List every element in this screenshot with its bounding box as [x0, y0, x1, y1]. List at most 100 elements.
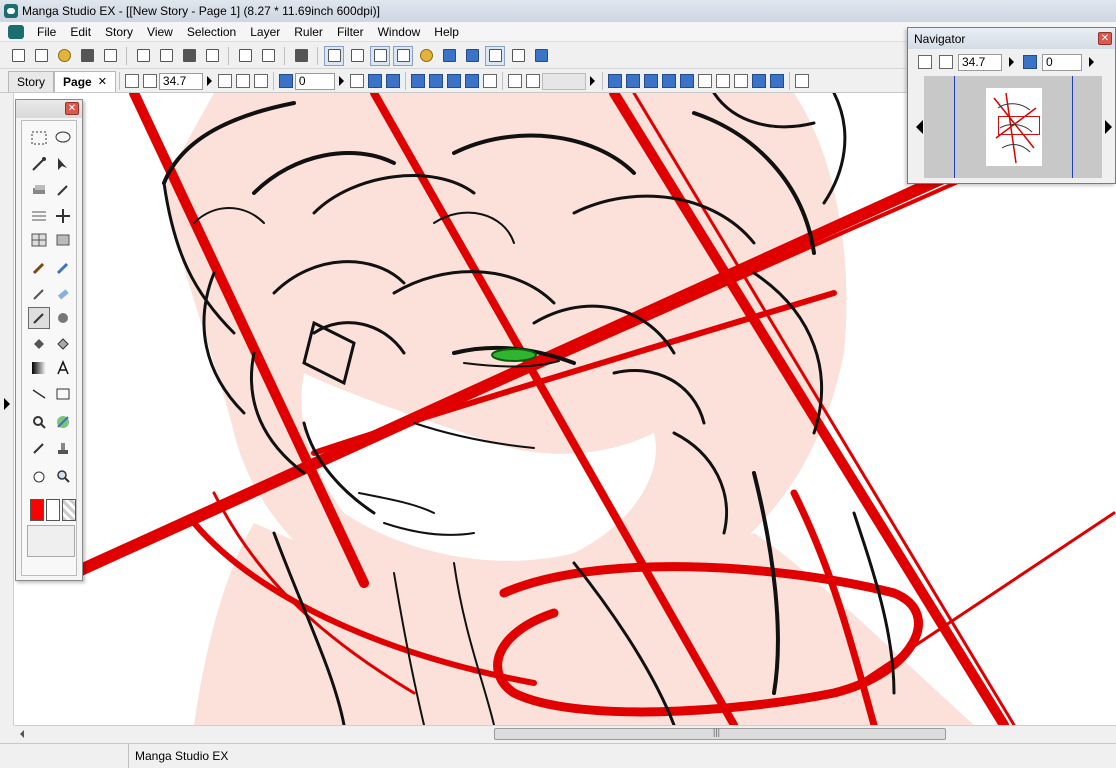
eyedropper-icon[interactable]	[52, 179, 74, 201]
viewport-indicator[interactable]	[998, 116, 1040, 135]
eraser-icon[interactable]	[52, 283, 74, 305]
rotate-left-icon[interactable]	[235, 74, 250, 88]
page-fit-icon[interactable]	[217, 74, 232, 88]
drawing-canvas[interactable]	[14, 93, 1116, 725]
pattern-icon[interactable]	[715, 74, 730, 88]
layer-icon[interactable]	[416, 46, 436, 66]
stamp-icon[interactable]	[52, 437, 74, 459]
panel-layout-icon[interactable]	[794, 74, 809, 88]
scroll-left-icon[interactable]	[20, 730, 24, 738]
triangle-icon[interactable]	[733, 74, 748, 88]
navigator-fit-icon[interactable]	[918, 55, 932, 69]
save-icon[interactable]	[77, 46, 97, 66]
navigator-rotation-dropdown-icon[interactable]	[1089, 57, 1094, 67]
fill-icon[interactable]	[28, 333, 50, 355]
new-page-icon[interactable]	[8, 46, 28, 66]
grid-lines-icon[interactable]	[769, 74, 784, 88]
correct-line-icon[interactable]	[28, 437, 50, 459]
color-well[interactable]	[27, 525, 75, 557]
tone-icon[interactable]	[679, 74, 694, 88]
rotation-dropdown-icon[interactable]	[338, 76, 344, 86]
layer-stack-icon[interactable]	[697, 74, 712, 88]
menu-file[interactable]: File	[30, 25, 63, 39]
undo-icon[interactable]	[235, 46, 255, 66]
sphere-icon[interactable]	[643, 74, 658, 88]
effect-icon[interactable]	[661, 74, 676, 88]
pen-setting-icon[interactable]	[607, 74, 622, 88]
menu-window[interactable]: Window	[371, 25, 428, 39]
navigator-close-button[interactable]: ✕	[1098, 32, 1112, 45]
angle-icon[interactable]	[625, 74, 640, 88]
snap-icon[interactable]	[428, 74, 443, 88]
view-mode-icon[interactable]	[347, 46, 367, 66]
tab-page[interactable]: Page ✕	[54, 70, 116, 92]
grid-icon[interactable]	[485, 45, 505, 66]
menu-selection[interactable]: Selection	[180, 25, 243, 39]
properties-icon[interactable]	[439, 46, 459, 66]
zoom-dropdown-icon[interactable]	[206, 76, 212, 86]
palette-close-button[interactable]: ✕	[65, 102, 79, 115]
tab-story[interactable]: Story	[8, 70, 55, 92]
paste-icon[interactable]	[179, 46, 199, 66]
gradient-icon[interactable]	[28, 357, 50, 379]
open-icon[interactable]	[54, 46, 74, 66]
view-mode-icon[interactable]	[370, 45, 390, 66]
frame-icon[interactable]	[52, 229, 74, 251]
menu-view[interactable]: View	[140, 25, 180, 39]
background-color-swatch[interactable]	[46, 499, 60, 521]
save-all-icon[interactable]	[100, 46, 120, 66]
cut-icon[interactable]	[133, 46, 153, 66]
view-mode-icon[interactable]	[393, 45, 413, 66]
grid-snap-icon[interactable]	[482, 74, 497, 88]
rotation-field[interactable]: 0	[294, 72, 335, 90]
flip-vertical-icon[interactable]	[385, 74, 400, 88]
navigator-preview[interactable]	[924, 76, 1102, 178]
guide-icon[interactable]	[446, 74, 461, 88]
pattern-fill-icon[interactable]	[52, 333, 74, 355]
tone-icon[interactable]	[28, 205, 50, 227]
magic-wand-icon[interactable]	[28, 153, 50, 175]
redo-icon[interactable]	[258, 46, 278, 66]
marker-icon[interactable]	[52, 257, 74, 279]
marquee-icon[interactable]	[28, 127, 50, 149]
panel-icon[interactable]	[28, 229, 50, 251]
menu-help[interactable]: Help	[427, 25, 466, 39]
delete-icon[interactable]	[202, 46, 222, 66]
reset-rotation-icon[interactable]	[349, 74, 364, 88]
navigator-zoom-out-icon[interactable]	[939, 55, 953, 69]
text-icon[interactable]	[52, 357, 74, 379]
flip-horizontal-icon[interactable]	[367, 74, 382, 88]
tone-eraser-icon[interactable]	[52, 411, 74, 433]
horizontal-scrollbar[interactable]	[14, 725, 1116, 742]
brush-icon[interactable]	[28, 307, 50, 329]
navigator-rotate-icon[interactable]	[1023, 55, 1037, 69]
hash-icon[interactable]	[751, 74, 766, 88]
new-story-icon[interactable]	[31, 46, 51, 66]
view-mode-icon[interactable]	[324, 45, 344, 66]
hand-icon[interactable]	[28, 465, 50, 487]
ruler-icon[interactable]	[410, 74, 425, 88]
transparent-color-swatch[interactable]	[62, 499, 76, 521]
navigator-rotation-field[interactable]: 0	[1042, 53, 1082, 71]
navigator-next-icon[interactable]	[1105, 120, 1112, 134]
expand-dock-icon[interactable]	[4, 398, 10, 410]
menu-ruler[interactable]: Ruler	[287, 25, 330, 39]
airbrush-icon[interactable]	[52, 307, 74, 329]
rotate-right-icon[interactable]	[253, 74, 268, 88]
layer-move-icon[interactable]	[28, 179, 50, 201]
menu-layer[interactable]: Layer	[243, 25, 287, 39]
palette-icon[interactable]	[462, 46, 482, 66]
zoom-icon[interactable]	[52, 465, 74, 487]
copy-icon[interactable]	[156, 46, 176, 66]
navigator-prev-icon[interactable]	[916, 120, 923, 134]
navigator-zoom-field[interactable]: 34.7	[958, 53, 1002, 71]
print-icon[interactable]	[291, 46, 311, 66]
zoom-field[interactable]: 34.7	[158, 72, 203, 90]
palette-header[interactable]: ✕	[16, 100, 82, 118]
scrollbar-thumb[interactable]	[494, 727, 946, 740]
zoom-out-icon[interactable]	[142, 74, 157, 88]
rectangle-icon[interactable]	[52, 383, 74, 405]
pencil-icon[interactable]	[28, 283, 50, 305]
rotate-icon[interactable]	[278, 74, 293, 88]
perspective-icon[interactable]	[464, 74, 479, 88]
